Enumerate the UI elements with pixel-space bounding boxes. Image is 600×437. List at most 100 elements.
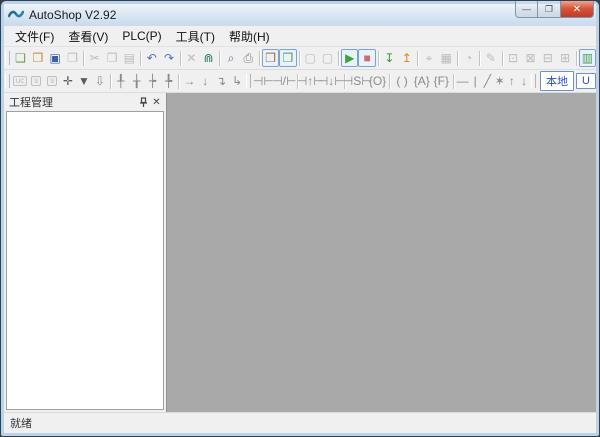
line-corner-down-button[interactable]: ↴	[213, 72, 229, 90]
pencil-edit-button[interactable]: ✎	[482, 49, 499, 67]
cut-button[interactable]: ✂	[86, 49, 103, 67]
monitor-clip-button[interactable]: ⊠	[522, 49, 539, 67]
erase-star-button[interactable]: ✶	[494, 72, 506, 90]
data-monitor-button[interactable]: ▢	[319, 49, 336, 67]
contact-open-button[interactable]: ⊣⊢	[253, 72, 274, 90]
erase-star-icon: ✶	[494, 74, 505, 88]
local-mode-button[interactable]: 本地	[539, 71, 574, 91]
minimize-button[interactable]: —	[515, 1, 538, 18]
s-block-2-button[interactable]: s	[44, 72, 60, 90]
project-window-toggle-button[interactable]: ❒	[261, 49, 280, 67]
monitor-rows-button[interactable]: ⊟	[539, 49, 556, 67]
print-button[interactable]: ⎙	[240, 49, 257, 67]
save-icon: ▣	[49, 51, 61, 65]
delete-row-button[interactable]: ⇩	[92, 72, 108, 90]
window-controls: — ❐ ✕	[515, 1, 594, 18]
ladder-insert-cell-button[interactable]: ╀	[113, 72, 129, 90]
project-panel-title: 工程管理	[9, 97, 53, 109]
line-corner-down-icon: ↴	[216, 74, 227, 88]
save-button[interactable]: ▣	[47, 49, 64, 67]
project-tree[interactable]	[6, 111, 164, 410]
contact-closed-button[interactable]: ⊣/⊢	[272, 72, 296, 90]
download-program-icon: ↧	[384, 51, 395, 65]
toolbar-separator	[83, 50, 85, 66]
coil-button[interactable]: ( )	[392, 72, 412, 90]
chart-view-icon: ▥	[581, 51, 594, 65]
chart-view-button[interactable]: ▥	[578, 49, 596, 67]
undo-icon: ↶	[146, 51, 157, 65]
save-all-button[interactable]: ❐	[64, 49, 81, 67]
move-down-button[interactable]: ↓	[518, 72, 530, 90]
menu-tools[interactable]: 工具(T)	[169, 26, 222, 47]
toolbar-grip[interactable]	[531, 74, 536, 88]
monitor-cols-button[interactable]: ⊞	[557, 49, 574, 67]
coil-a-button[interactable]: {A}	[412, 72, 432, 90]
menu-view[interactable]: 查看(V)	[61, 26, 115, 47]
line-right-button[interactable]: →	[181, 72, 197, 90]
find-button[interactable]: ⋒	[200, 49, 217, 67]
toolbar-grip[interactable]	[5, 74, 10, 88]
element-monitor-button[interactable]: ▢	[302, 49, 319, 67]
draw-vline-button[interactable]: |	[469, 72, 481, 90]
download-program-button[interactable]: ↧	[381, 49, 398, 67]
copy-button[interactable]: ❐	[103, 49, 120, 67]
stop-plc-button[interactable]: ■	[358, 49, 376, 67]
uc-block-button[interactable]: uc	[12, 72, 28, 90]
insert-row-below-icon: ▼	[78, 74, 90, 88]
panel-close-icon[interactable]: ✕	[150, 96, 163, 109]
app-logo-icon[interactable]	[8, 8, 24, 22]
draw-hline-button[interactable]: —	[456, 72, 469, 90]
menu-plc[interactable]: PLC(P)	[115, 27, 168, 45]
monitor-rows-icon: ⊟	[542, 51, 553, 65]
contact-set-button[interactable]: ⊣S⊢	[343, 72, 372, 90]
element-monitor-icon: ▢	[304, 51, 316, 65]
toolbar-grip[interactable]	[5, 51, 10, 65]
toolbar-separator	[219, 50, 221, 66]
run-plc-button[interactable]: ▶	[341, 49, 359, 67]
coil-out-button[interactable]: {O}	[368, 72, 388, 90]
toolbar-separator	[377, 50, 379, 66]
coil-f-button[interactable]: {F}	[432, 72, 452, 90]
maximize-button[interactable]: ❐	[538, 1, 561, 18]
ladder-append-cell-button[interactable]: ┾	[145, 72, 161, 90]
delete-button[interactable]: ✕	[183, 49, 200, 67]
uc-block-icon: uc	[12, 76, 28, 86]
ladder-insert-row-button[interactable]: ╁	[129, 72, 145, 90]
output-window-toggle-button[interactable]: ❒	[279, 49, 297, 67]
undo-button[interactable]: ↶	[143, 49, 160, 67]
compass-tool-button[interactable]: ◔	[460, 49, 477, 67]
line-corner-up-button[interactable]: ↳	[229, 72, 245, 90]
s-block-1-button[interactable]: s	[28, 72, 44, 90]
upload-program-button[interactable]: ↥	[398, 49, 415, 67]
toolbar-separator	[457, 50, 458, 66]
open-project-button[interactable]: ❐	[29, 49, 46, 67]
close-button[interactable]: ✕	[561, 1, 594, 18]
insert-row-below-button[interactable]: ▼	[76, 72, 92, 90]
pin-icon[interactable]	[137, 96, 150, 109]
new-file-icon: ❏	[15, 51, 26, 65]
coil-a-icon: {A}	[413, 74, 430, 88]
contact-falling-edge-button[interactable]: ⊣↓⊢	[318, 72, 345, 90]
erase-line-button[interactable]: ╱	[481, 72, 493, 90]
monitor-screen-button[interactable]: ▦	[438, 49, 455, 67]
usb-mode-button[interactable]: U	[575, 73, 596, 89]
ladder-append-row-button[interactable]: ╄	[161, 72, 177, 90]
toolbar-separator	[109, 73, 111, 89]
insert-cross-button[interactable]: ✛	[60, 72, 76, 90]
zoom-button[interactable]: ⌕	[222, 49, 239, 67]
monitor-mode-button[interactable]: ⌖	[420, 49, 437, 67]
paste-button[interactable]: ▤	[121, 49, 138, 67]
redo-icon: ↷	[164, 51, 175, 65]
move-up-button[interactable]: ↑	[506, 72, 518, 90]
menu-file[interactable]: 文件(F)	[8, 26, 61, 47]
redo-button[interactable]: ↷	[160, 49, 177, 67]
menu-help[interactable]: 帮助(H)	[222, 26, 277, 47]
monitor-dot-button[interactable]: ⊡	[505, 49, 522, 67]
toolbar-separator	[479, 50, 481, 66]
new-file-button[interactable]: ❏	[12, 49, 29, 67]
project-window-toggle-icon: ❒	[265, 51, 276, 65]
s-block-1-icon: s	[31, 76, 42, 86]
line-down-button[interactable]: ↓	[197, 72, 213, 90]
print-icon: ⎙	[243, 51, 254, 65]
toolbar-grip[interactable]	[246, 74, 251, 88]
